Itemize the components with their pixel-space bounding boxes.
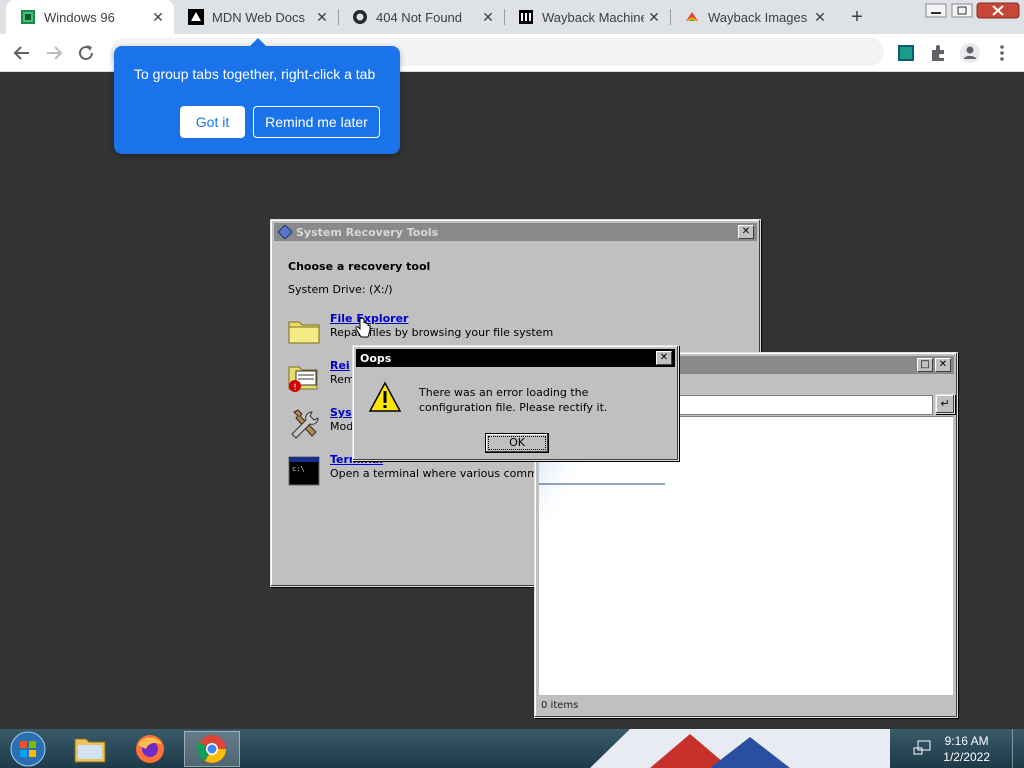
new-tab-button[interactable]: + [846, 6, 868, 28]
ok-button[interactable]: OK [485, 433, 549, 453]
got-it-button[interactable]: Got it [180, 106, 245, 138]
restore-icon [951, 3, 973, 18]
recovery-close-button[interactable]: ✕ [738, 225, 754, 239]
google-favicon-icon [686, 12, 698, 21]
clock-date: 1/2/2022 [943, 750, 990, 764]
extensions-menu-button[interactable] [927, 42, 949, 64]
taskbar: 9:16 AM 1/2/2022 [0, 729, 1024, 768]
diamond-icon [278, 225, 292, 239]
tab-title: Windows 96 [44, 9, 115, 25]
error-dialog-titlebar[interactable]: Oops ✕ [356, 349, 675, 367]
start-button[interactable] [0, 731, 56, 767]
forward-button[interactable] [43, 42, 65, 64]
tab-wayback-images[interactable]: Wayback Images - ✕ [670, 0, 836, 34]
svg-text:!: ! [293, 383, 297, 393]
recovery-title: System Recovery Tools [296, 225, 439, 239]
system-drive-label: System Drive: (X:/) [288, 283, 393, 296]
chrome-icon [197, 735, 226, 763]
mdn-favicon-icon [188, 9, 204, 25]
tab-404[interactable]: 404 Not Found ✕ [338, 0, 504, 34]
maximize-button[interactable] [950, 2, 974, 24]
tab-close-icon[interactable]: ✕ [810, 9, 830, 26]
back-button[interactable] [11, 42, 33, 64]
close-icon [976, 2, 1020, 19]
hand-cursor-icon [355, 318, 371, 338]
forward-arrow-icon [47, 46, 63, 60]
tools-icon [291, 409, 319, 439]
network-tray-icon[interactable] [912, 738, 932, 763]
clock-time: 9:16 AM [944, 734, 989, 748]
remind-me-later-button[interactable]: Remind me later [253, 106, 380, 138]
error-dialog-title: Oops [360, 351, 392, 365]
tab-group-tooltip: To group tabs together, right-click a ta… [114, 46, 400, 154]
tab-title: Wayback Images - [708, 9, 810, 25]
puzzle-icon [932, 45, 944, 61]
extension-square-icon [898, 45, 914, 61]
kebab-menu-icon [1000, 45, 1004, 61]
tab-title: 404 Not Found [376, 9, 463, 25]
wallpaper-peek [590, 729, 890, 768]
recovery-heading: Choose a recovery tool [288, 260, 431, 273]
reinstall-icon: ! [288, 366, 318, 393]
show-desktop-button[interactable] [1012, 729, 1024, 768]
taskbar-firefox[interactable] [122, 731, 178, 767]
tab-wayback[interactable]: Wayback Machine ✕ [504, 0, 670, 34]
reload-button[interactable] [75, 42, 97, 64]
terminal-icon: c:\ [288, 456, 320, 486]
system-clock[interactable]: 9:16 AM 1/2/2022 [943, 733, 990, 765]
folder-icon [288, 321, 320, 344]
tooltip-message: To group tabs together, right-click a ta… [134, 66, 376, 82]
extension-button[interactable] [895, 42, 917, 64]
error-dialog-close-button[interactable]: ✕ [656, 351, 672, 365]
minimize-button[interactable] [924, 2, 948, 24]
tab-title: MDN Web Docs [212, 9, 305, 25]
tab-close-icon[interactable]: ✕ [312, 9, 332, 26]
tab-title: Wayback Machine [542, 9, 644, 25]
taskbar-chrome[interactable] [184, 731, 240, 767]
profile-button[interactable] [959, 42, 981, 64]
tab-windows96[interactable]: Windows 96 ✕ [6, 0, 174, 34]
terminal-desc: Open a terminal where various command [330, 467, 559, 480]
tab-strip: Windows 96 ✕ MDN Web Docs ✕ 404 Not Foun… [0, 0, 1024, 34]
explorer-status-bar: 0 items [541, 700, 579, 711]
warning-icon [368, 381, 402, 412]
close-window-button[interactable] [976, 2, 1020, 24]
minimize-icon [925, 3, 947, 18]
explorer-go-button[interactable]: ↵ [935, 394, 955, 414]
windows-orb-icon [10, 731, 46, 767]
explorer-address-input[interactable] [678, 395, 933, 415]
tab-close-icon[interactable]: ✕ [478, 9, 498, 26]
tab-close-icon[interactable]: ✕ [148, 9, 168, 26]
system-link[interactable]: Sys [330, 406, 352, 419]
explorer-maximize-button[interactable]: □ [917, 358, 933, 372]
tab-close-icon[interactable]: ✕ [644, 9, 664, 26]
github-favicon-icon [353, 10, 367, 24]
recovery-titlebar[interactable]: System Recovery Tools ✕ [274, 223, 757, 241]
folder-icon [74, 738, 106, 763]
taskbar-file-explorer[interactable] [62, 731, 118, 767]
firefox-icon [136, 735, 164, 763]
error-dialog: Oops ✕ There was an error loading the co… [352, 345, 679, 461]
tab-mdn[interactable]: MDN Web Docs ✕ [174, 0, 338, 34]
network-icon [913, 740, 931, 755]
error-message: There was an error loading the configura… [419, 386, 608, 414]
reload-icon [79, 45, 93, 60]
reinstall-link[interactable]: Rei [330, 359, 350, 372]
explorer-close-button[interactable]: ✕ [935, 358, 951, 372]
chrome-menu-button[interactable] [991, 42, 1013, 64]
svg-text:c:\: c:\ [292, 465, 305, 473]
reinstall-desc: Rem [330, 373, 355, 386]
avatar-icon [960, 43, 980, 63]
windows96-favicon-icon [21, 10, 35, 24]
archive-favicon-icon [519, 10, 533, 24]
back-arrow-icon [13, 46, 29, 60]
